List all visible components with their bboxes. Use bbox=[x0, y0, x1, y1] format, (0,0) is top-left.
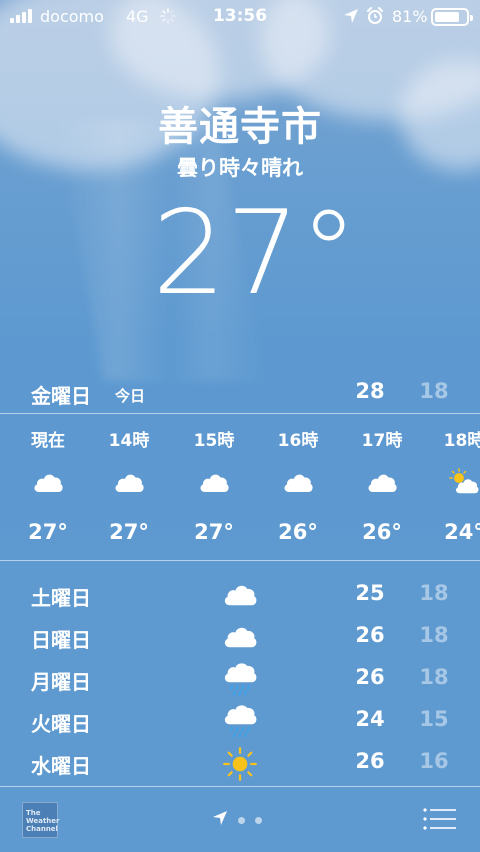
weather-channel-logo-button[interactable]: The Weather Channel bbox=[22, 802, 59, 838]
current-temperature: 27° bbox=[152, 186, 358, 321]
cloud-icon bbox=[32, 468, 64, 496]
hour-temperature: 26° bbox=[278, 520, 318, 544]
cloud-icon bbox=[198, 468, 230, 496]
daily-item: 日曜日 26 18 bbox=[0, 616, 480, 658]
hourly-item: 現在 27° bbox=[8, 414, 88, 560]
rain-cloud-icon bbox=[222, 662, 258, 696]
daily-item: 火曜日 24 15 bbox=[0, 700, 480, 742]
page-indicator[interactable] bbox=[212, 810, 262, 830]
cloud-icon bbox=[282, 468, 314, 496]
current-location-icon bbox=[212, 810, 228, 830]
today-low-temp: 18 bbox=[419, 379, 449, 403]
hourly-item: 16時 26° bbox=[258, 414, 338, 560]
weekday-label: 土曜日 bbox=[31, 586, 91, 610]
status-bar: docomo 4G 13:56 81% bbox=[0, 0, 480, 34]
hour-label: 16時 bbox=[277, 431, 319, 451]
cloud-icon bbox=[113, 468, 145, 496]
city-list-button[interactable] bbox=[422, 807, 458, 831]
weekday-label: 日曜日 bbox=[31, 628, 91, 652]
hourly-item: 17時 26° bbox=[342, 414, 422, 560]
page-dot bbox=[255, 816, 262, 824]
hourly-forecast[interactable]: 現在 27° 14時 27° 15時 27° 16時 26° 17時 26° 1… bbox=[0, 414, 480, 560]
weather-condition: 曇り時々晴れ bbox=[177, 156, 303, 180]
cloud-icon bbox=[222, 620, 258, 652]
hour-temperature: 24° bbox=[444, 520, 480, 544]
alarm-icon bbox=[366, 7, 384, 29]
low-temp: 18 bbox=[419, 623, 449, 647]
hour-temperature: 26° bbox=[362, 520, 402, 544]
hour-label: 現在 bbox=[31, 431, 65, 451]
battery-icon bbox=[431, 8, 473, 26]
list-icon bbox=[423, 808, 456, 830]
hour-temperature: 27° bbox=[28, 520, 68, 544]
hourly-item: 14時 27° bbox=[89, 414, 169, 560]
daily-item: 月曜日 26 18 bbox=[0, 658, 480, 700]
low-temp: 18 bbox=[419, 581, 449, 605]
partly-sunny-icon bbox=[448, 468, 480, 496]
sun-icon bbox=[222, 746, 258, 781]
weekday-label: 水曜日 bbox=[31, 754, 91, 778]
bottom-toolbar: The Weather Channel bbox=[0, 786, 480, 852]
hour-temperature: 27° bbox=[109, 520, 149, 544]
cloud-icon bbox=[366, 468, 398, 496]
hour-label: 15時 bbox=[193, 431, 235, 451]
hourly-item: 18時 24° bbox=[424, 414, 480, 560]
divider bbox=[0, 560, 480, 561]
battery-percentage: 81% bbox=[392, 7, 428, 26]
today-summary-row: 金曜日 今日 28 18 bbox=[0, 370, 480, 412]
low-temp: 16 bbox=[419, 749, 449, 773]
today-weekday: 金曜日 bbox=[31, 384, 91, 408]
hour-label: 18時 bbox=[443, 431, 480, 451]
daily-item: 水曜日 26 16 bbox=[0, 742, 480, 784]
hour-label: 14時 bbox=[108, 431, 150, 451]
hourly-item: 15時 27° bbox=[174, 414, 254, 560]
low-temp: 15 bbox=[419, 707, 449, 731]
page-dot bbox=[238, 816, 245, 824]
city-name: 善通寺市 bbox=[158, 104, 322, 150]
cloud-icon bbox=[222, 578, 258, 610]
hour-temperature: 27° bbox=[194, 520, 234, 544]
daily-item: 土曜日 25 18 bbox=[0, 574, 480, 616]
low-temp: 18 bbox=[419, 665, 449, 689]
rain-cloud-icon bbox=[222, 704, 258, 738]
weekday-label: 火曜日 bbox=[31, 712, 91, 736]
location-services-icon bbox=[343, 8, 359, 28]
weekday-label: 月曜日 bbox=[31, 670, 91, 694]
hour-label: 17時 bbox=[361, 431, 403, 451]
today-label: 今日 bbox=[115, 387, 146, 405]
